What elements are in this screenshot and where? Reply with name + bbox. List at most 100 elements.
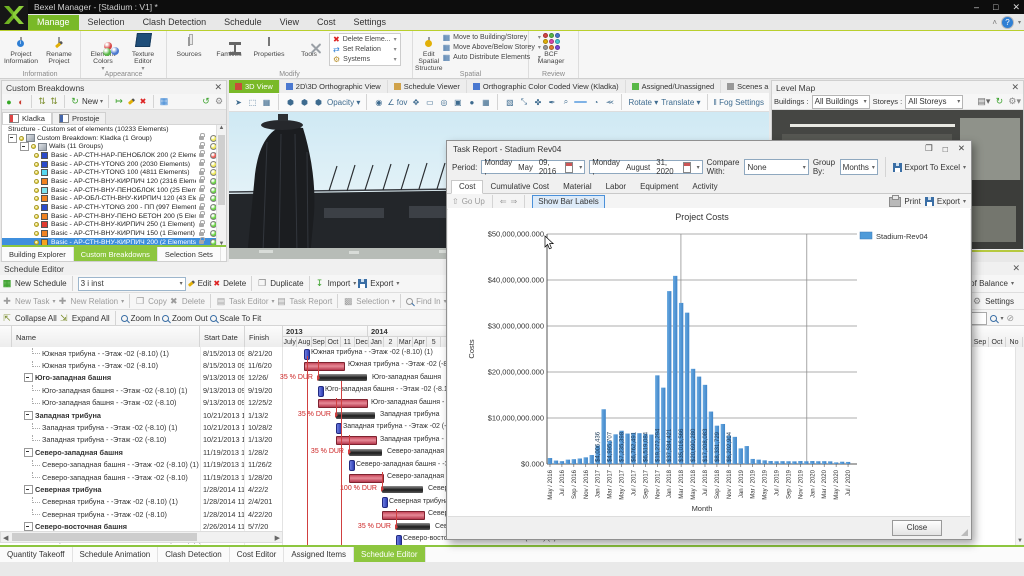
tree-item[interactable]: Basic - АР-СТН-ВНУ-ПЕНО БЕТОН 200 (5 Ele… — [2, 212, 226, 221]
dock-tab-clash-detection[interactable]: Clash Detection — [158, 547, 229, 562]
dropdown-icon[interactable]: ▾ — [394, 36, 397, 43]
viewport-tab-scenes-and-animations[interactable]: Scenes and Animations — [721, 80, 769, 93]
ribbon-tab-manage[interactable]: Manage — [28, 15, 79, 30]
bexel-logo-icon[interactable] — [0, 0, 28, 30]
tree-expander-icon[interactable] — [20, 142, 29, 151]
chart-bar[interactable] — [733, 437, 737, 464]
row-expander-icon[interactable] — [24, 373, 33, 382]
row-expander-icon[interactable] — [24, 448, 33, 457]
ribbon-menu-item-move-to-building-storey[interactable]: ▦Move to Building/Storey▾ — [443, 33, 541, 42]
zoom-in-button[interactable]: Zoom In — [121, 314, 160, 323]
report-tab-cost[interactable]: Cost — [451, 180, 483, 194]
buildings-select[interactable]: All Buildings▾ — [812, 95, 870, 109]
chart-bar[interactable] — [625, 434, 629, 464]
breakdown-tab-prostoje[interactable]: Prostoje — [52, 112, 107, 124]
delete-breakdown-icon[interactable]: ✖ — [138, 97, 148, 107]
dock-tab-schedule-editor[interactable]: Schedule Editor — [354, 547, 425, 562]
report-tab-equipment[interactable]: Equipment — [633, 181, 685, 193]
find-in-button[interactable]: Find In▾ — [406, 297, 446, 306]
element-cube-icon[interactable]: ▦ — [261, 98, 272, 107]
fog-settings-button[interactable]: ‖ Fog Settings — [714, 98, 764, 107]
row-expander-icon[interactable] — [24, 411, 33, 420]
show-bar-labels-toggle[interactable]: Show Bar Labels — [532, 195, 604, 209]
schedule-settings-button[interactable]: ▾ ⚙ Settings — [966, 296, 1022, 306]
color-elements-icon[interactable]: ▦ — [159, 97, 169, 107]
scrollbar-thumb[interactable] — [218, 135, 225, 205]
ribbon-tab-view[interactable]: View — [271, 15, 308, 30]
task-report-button[interactable]: ▤Task Report — [277, 296, 333, 306]
tree-group[interactable]: Walls (11 Groups) — [2, 142, 226, 151]
column-header-finish[interactable]: Finish — [245, 326, 283, 348]
refresh-panel-icon[interactable]: ↺ — [201, 97, 211, 107]
chart-bar[interactable] — [756, 460, 760, 464]
level-map-close-icon[interactable]: ✕ — [1011, 82, 1019, 93]
chart-bar[interactable] — [566, 460, 570, 464]
report-tab-labor[interactable]: Labor — [599, 181, 633, 193]
iso-view2-icon[interactable]: ⬢ — [299, 98, 310, 107]
ribbon-button-tools[interactable]: Tools — [289, 33, 329, 58]
viewport-tab-3d-view[interactable]: 3D View — [229, 80, 280, 93]
ribbon-button-project-information[interactable]: iProject Information — [2, 33, 40, 65]
tree-item[interactable]: Basic - АР-СТН-ВНУ-КИРПИЧ 150 (1 Element… — [2, 229, 226, 238]
breakdown-tab-kladka[interactable]: Kladka — [2, 112, 52, 124]
chart-bar[interactable] — [792, 461, 796, 464]
schedule-select[interactable]: 3 i inst▾ — [78, 277, 186, 291]
chart-bar[interactable] — [697, 377, 701, 464]
ribbon-menu-item-set-relation[interactable]: ⇄Set Relation▾ — [333, 45, 397, 54]
iso-view3-icon[interactable]: ⬢ — [313, 98, 324, 107]
compare-with-select[interactable]: None▾ — [744, 159, 808, 175]
gantt-milestone[interactable] — [349, 460, 355, 471]
help-icon[interactable]: ? — [1001, 16, 1014, 29]
period-to-datepicker[interactable]: Monday ,August31, 2020 ▾ — [589, 160, 702, 174]
tree-expander-icon[interactable] — [8, 134, 17, 143]
chart-bar[interactable] — [685, 313, 689, 464]
translate-button[interactable]: Translate ▾ — [661, 98, 700, 107]
dropdown-icon[interactable]: ▾ — [394, 56, 397, 63]
gantt-bar[interactable] — [382, 511, 425, 520]
dropdown-icon[interactable]: ▾ — [394, 46, 397, 53]
marquee-select-icon[interactable]: ⬚ — [247, 98, 258, 107]
key-icon[interactable]: ⪻ — [604, 97, 615, 107]
ribbon-menu-item-systems[interactable]: ⚙Systems▾ — [333, 55, 397, 64]
gantt-search-dropdown-icon[interactable]: ▾ — [1000, 315, 1003, 322]
duplicate-button[interactable]: ❐Duplicate — [257, 279, 303, 289]
chart-bar[interactable] — [750, 459, 754, 464]
globe-icon[interactable]: ◔ — [590, 98, 601, 107]
task-editor-button[interactable]: ▤Task Editor▾ — [216, 296, 275, 306]
gantt-search-icon[interactable] — [990, 315, 997, 322]
sort-tree-icon[interactable]: ⇅ — [37, 97, 47, 107]
task-report-float-icon[interactable]: ❐ — [925, 143, 933, 154]
chart-bar[interactable] — [613, 434, 617, 464]
delete-task-button[interactable]: ✖Delete — [169, 296, 205, 306]
tree-group[interactable]: Structure - Custom set of elements (1023… — [2, 125, 226, 134]
ribbon-collapse-icon[interactable]: ˄ — [992, 18, 997, 27]
task-report-maximize-icon[interactable]: □ — [943, 144, 948, 154]
chart-bar[interactable] — [816, 461, 820, 464]
gantt-bar[interactable] — [349, 474, 384, 483]
gantt-vscrollbar[interactable]: ▼ — [1015, 347, 1024, 545]
palette-icon[interactable]: ▦ — [480, 98, 491, 107]
gantt-milestone[interactable] — [396, 535, 402, 546]
chart-bar[interactable] — [768, 461, 772, 464]
row-expander-icon[interactable] — [24, 522, 33, 531]
camera-orbit-icon[interactable]: ◉ — [373, 98, 384, 107]
render-icon[interactable]: ▭ — [424, 98, 435, 107]
green-toggle-icon[interactable] — [574, 101, 587, 103]
viewport-tab-schedule-viewer[interactable]: Schedule Viewer — [388, 80, 467, 93]
iso-view-icon[interactable]: ⬢ — [285, 98, 296, 107]
gantt-bar[interactable] — [318, 374, 367, 381]
chart-bar[interactable] — [584, 457, 588, 464]
chart-bar[interactable] — [590, 455, 594, 464]
dock-tab-assigned-items[interactable]: Assigned Items — [284, 547, 354, 562]
ribbon-button-edit-spatial-structure[interactable]: Edit Spatial Structure — [415, 33, 443, 72]
scale-to-fit-button[interactable]: Scale To Fit — [210, 314, 262, 323]
tree-item[interactable]: Basic - АР-ОБЛ-СТН-ВНУ-КИРПИЧ 120 (43 El… — [2, 195, 226, 204]
chart-bar[interactable] — [560, 461, 564, 464]
zoom-selection-icon[interactable]: ⌕ — [560, 97, 571, 107]
report-tab-cumulative-cost[interactable]: Cumulative Cost — [483, 181, 556, 193]
report-tab-material[interactable]: Material — [556, 181, 598, 193]
panel-tab-selection-sets[interactable]: Selection Sets — [158, 247, 221, 261]
map-layers-icon[interactable]: ▤▾ — [977, 97, 990, 107]
gantt-bar[interactable] — [318, 399, 368, 408]
chart-bar[interactable] — [673, 276, 677, 464]
